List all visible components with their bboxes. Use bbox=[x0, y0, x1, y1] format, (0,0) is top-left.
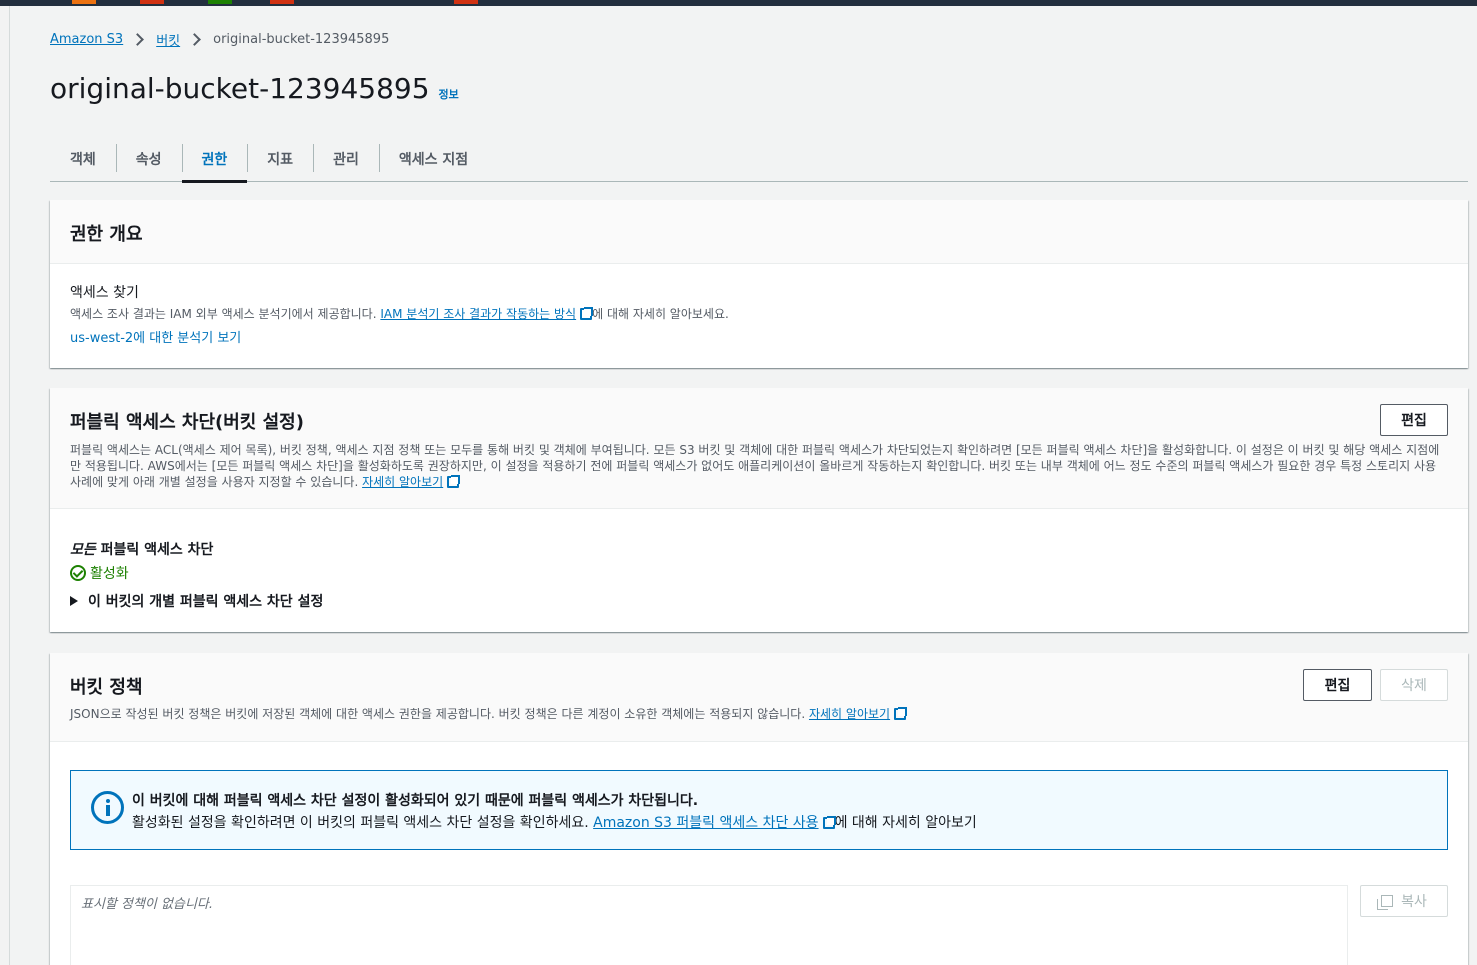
block-all-label: 모든 퍼블릭 액세스 차단 bbox=[70, 539, 1448, 559]
panel-header: 권한 개요 bbox=[50, 200, 1468, 264]
chevron-right-icon bbox=[188, 33, 201, 46]
tab-properties[interactable]: 속성 bbox=[115, 136, 182, 182]
description-suffix: 에 대해 자세히 알아보세요. bbox=[592, 307, 729, 321]
panel-header: 버킷 정책 편집 삭제 JSON으로 작성된 버킷 정책은 버킷에 저장된 객체… bbox=[50, 653, 1468, 742]
alert-title: 이 버킷에 대해 퍼블릭 액세스 차단 설정이 활성화되어 있기 때문에 퍼블릭… bbox=[132, 793, 699, 809]
tab-management[interactable]: 관리 bbox=[313, 136, 379, 182]
tab-bar: 객체 속성 권한 지표 관리 액세스 지점 bbox=[50, 136, 1468, 183]
breadcrumb-amazon-s3[interactable]: Amazon S3 bbox=[50, 32, 123, 47]
bucket-policy-description: JSON으로 작성된 버킷 정책은 버킷에 저장된 객체에 대한 액세스 권한을… bbox=[70, 706, 1448, 722]
public-access-blocked-alert: 이 버킷에 대해 퍼블릭 액세스 차단 설정이 활성화되어 있기 때문에 퍼블릭… bbox=[70, 770, 1448, 850]
caret-right-icon bbox=[70, 596, 78, 606]
alert-body-text: 활성화된 설정을 확인하려면 이 버킷의 퍼블릭 액세스 차단 설정을 확인하세… bbox=[132, 815, 594, 831]
chevron-right-icon bbox=[131, 33, 145, 46]
block-public-access-panel: 퍼블릭 액세스 차단(버킷 설정) 편집 퍼블릭 액세스는 ACL(액세스 제어… bbox=[50, 388, 1468, 632]
access-finder-label: 액세스 찾기 bbox=[70, 285, 139, 301]
policy-viewer[interactable]: 표시할 정책이 없습니다. bbox=[70, 885, 1348, 965]
view-analyzer-link[interactable]: us-west-2에 대한 분석기 보기 bbox=[70, 327, 241, 346]
alert-body: 활성화된 설정을 확인하려면 이 버킷의 퍼블릭 액세스 차단 설정을 확인하세… bbox=[132, 812, 977, 832]
block-all-text: 퍼블릭 액세스 차단 bbox=[95, 542, 214, 558]
block-all-emphasis: 모든 bbox=[70, 542, 96, 558]
description-text: 퍼블릭 액세스는 ACL(액세스 제어 목록), 버킷 정책, 액세스 지점 정… bbox=[70, 443, 1440, 489]
block-public-access-description: 퍼블릭 액세스는 ACL(액세스 제어 목록), 버킷 정책, 액세스 지점 정… bbox=[70, 442, 1450, 490]
copy-button-label: 복사 bbox=[1401, 894, 1427, 910]
status-badge: 활성화 bbox=[70, 563, 1448, 583]
learn-more-link[interactable]: 자세히 알아보기 bbox=[362, 475, 443, 489]
info-link[interactable]: 정보 bbox=[439, 86, 459, 102]
external-link-icon bbox=[894, 707, 908, 720]
breadcrumb-buckets[interactable]: 버킷 bbox=[156, 30, 180, 49]
description-text: JSON으로 작성된 버킷 정책은 버킷에 저장된 객체에 대한 액세스 권한을… bbox=[70, 707, 809, 721]
delete-policy-button[interactable]: 삭제 bbox=[1380, 669, 1448, 701]
individual-settings-expander[interactable]: 이 버킷의 개별 퍼블릭 액세스 차단 설정 bbox=[70, 591, 1448, 611]
copy-policy-button[interactable]: 복사 bbox=[1360, 885, 1448, 917]
block-public-access-doc-link[interactable]: Amazon S3 퍼블릭 액세스 차단 사용 bbox=[593, 815, 818, 831]
learn-more-link[interactable]: 자세히 알아보기 bbox=[809, 707, 890, 721]
bucket-policy-panel: 버킷 정책 편집 삭제 JSON으로 작성된 버킷 정책은 버킷에 저장된 객체… bbox=[50, 653, 1468, 965]
expander-label: 이 버킷의 개별 퍼블릭 액세스 차단 설정 bbox=[88, 594, 324, 610]
edit-block-public-access-button[interactable]: 편집 bbox=[1380, 404, 1448, 436]
status-text: 활성화 bbox=[90, 566, 129, 582]
alert-body-suffix: 에 대해 자세히 알아보기 bbox=[834, 815, 977, 831]
top-navigation-bar bbox=[0, 0, 1477, 6]
page-title: original-bucket-123945895 bbox=[50, 72, 430, 105]
external-link-icon bbox=[580, 307, 594, 320]
external-link-icon bbox=[447, 475, 461, 488]
check-circle-icon bbox=[70, 565, 86, 581]
tab-objects[interactable]: 객체 bbox=[50, 136, 116, 182]
access-finder-description: 액세스 조사 결과는 IAM 외부 액세스 분석기에서 제공합니다. IAM 분… bbox=[70, 306, 1448, 322]
copy-icon bbox=[1377, 895, 1394, 910]
panel-header: 퍼블릭 액세스 차단(버킷 설정) 편집 퍼블릭 액세스는 ACL(액세스 제어… bbox=[50, 388, 1468, 509]
tab-metrics[interactable]: 지표 bbox=[247, 136, 313, 182]
description-text: 액세스 조사 결과는 IAM 외부 액세스 분석기에서 제공합니다. bbox=[70, 307, 381, 321]
tab-permissions[interactable]: 권한 bbox=[181, 136, 248, 183]
side-navigation-rail bbox=[0, 6, 10, 965]
panel-body: 액세스 찾기 액세스 조사 결과는 IAM 외부 액세스 분석기에서 제공합니다… bbox=[50, 264, 1468, 346]
panel-title: 버킷 정책 bbox=[70, 677, 143, 698]
panel-body: 모든 퍼블릭 액세스 차단 활성화 이 버킷의 개별 퍼블릭 액세스 차단 설정 bbox=[50, 509, 1468, 611]
breadcrumb: Amazon S3 버킷 original-bucket-123945895 bbox=[50, 30, 389, 49]
tab-access-points[interactable]: 액세스 지점 bbox=[378, 136, 488, 182]
panel-title: 퍼블릭 액세스 차단(버킷 설정) bbox=[70, 412, 304, 433]
edit-policy-button[interactable]: 편집 bbox=[1303, 669, 1372, 701]
breadcrumb-current: original-bucket-123945895 bbox=[213, 32, 390, 47]
page-header: original-bucket-123945895 정보 bbox=[50, 72, 459, 105]
permissions-overview-panel: 권한 개요 액세스 찾기 액세스 조사 결과는 IAM 외부 액세스 분석기에서… bbox=[50, 200, 1468, 368]
external-link-icon bbox=[822, 816, 836, 829]
iam-analyzer-doc-link[interactable]: IAM 분석기 조사 결과가 작동하는 방식 bbox=[380, 307, 576, 321]
panel-title: 권한 개요 bbox=[70, 224, 143, 245]
info-circle-icon bbox=[91, 791, 124, 824]
